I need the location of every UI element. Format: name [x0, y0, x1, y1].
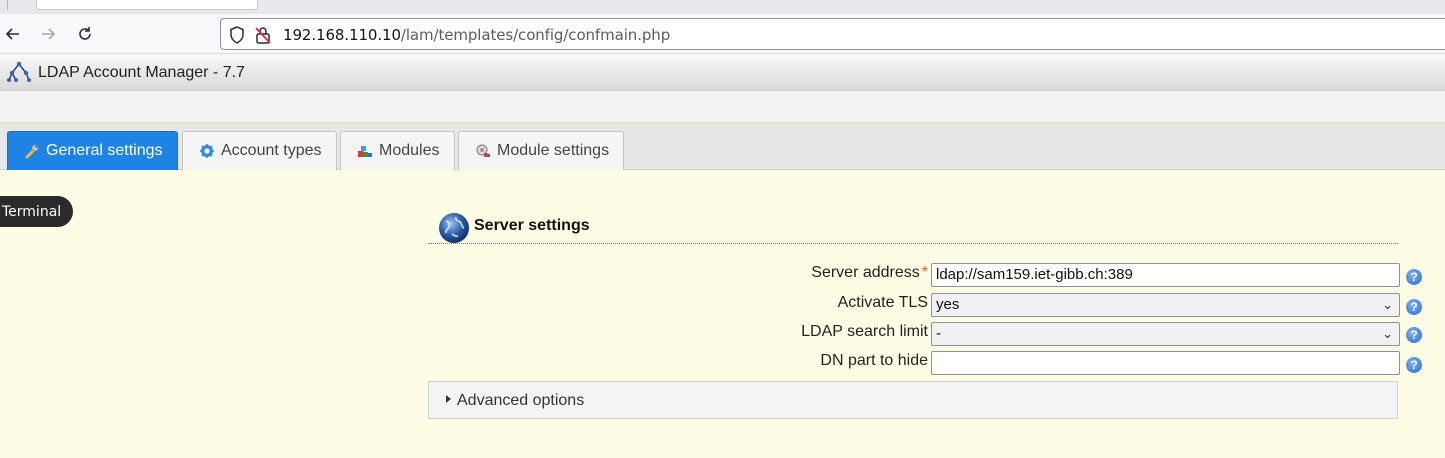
advanced-options-toggle[interactable]: Advanced options	[428, 381, 1398, 419]
tab-label: Modules	[379, 142, 440, 159]
browser-tabstrip	[0, 0, 1445, 14]
advanced-options-label: Advanced options	[457, 392, 585, 409]
search-limit-select[interactable]: - ⌄	[931, 322, 1400, 346]
required-mark: *	[921, 264, 928, 281]
tab-label: Account types	[221, 142, 322, 159]
browser-tab[interactable]	[36, 0, 258, 10]
help-icon[interactable]: ?	[1406, 299, 1422, 315]
back-arrow-icon	[5, 28, 19, 40]
config-tabbar: General settings Account types Modules M…	[0, 123, 1445, 170]
gear-icon	[200, 144, 214, 158]
activate-tls-select[interactable]: yes ⌄	[931, 293, 1400, 317]
row-dn-part: DN part to hide ?	[428, 349, 1428, 375]
search-limit-label: LDAP search limit	[801, 323, 928, 340]
chevron-down-icon: ⌄	[1382, 297, 1393, 312]
dn-part-input[interactable]	[931, 351, 1400, 375]
module-settings-icon	[476, 144, 490, 157]
tab-label: Module settings	[497, 142, 610, 159]
chevron-down-icon: ⌄	[1382, 326, 1393, 341]
caret-right-icon	[446, 395, 451, 403]
help-icon[interactable]: ?	[1406, 269, 1422, 285]
globe-icon	[439, 213, 469, 243]
search-limit-value: -	[936, 325, 941, 342]
browser-tab-edge	[0, 0, 8, 10]
wrench-icon	[25, 144, 39, 159]
row-activate-tls: Activate TLS yes ⌄ ?	[428, 291, 1428, 317]
forward-button[interactable]	[36, 22, 60, 46]
app-header: LDAP Account Manager - 7.7	[0, 55, 1445, 91]
row-search-limit: LDAP search limit - ⌄ ?	[428, 320, 1428, 346]
row-server-address: Server address * ldap://sam159.iet-gibb.c…	[428, 261, 1428, 287]
section-title: Server settings	[474, 217, 590, 234]
tab-general-settings[interactable]: General settings	[7, 131, 178, 170]
activate-tls-value: yes	[936, 296, 960, 313]
tab-module-settings[interactable]: Module settings	[458, 131, 624, 170]
dn-part-label: DN part to hide	[820, 352, 928, 369]
header-spacer-bar	[0, 91, 1445, 123]
activate-tls-label: Activate TLS	[837, 294, 928, 311]
shield-icon[interactable]	[229, 26, 245, 44]
forward-arrow-icon	[42, 28, 56, 40]
url-path: /lam/templates/config/confmain.php	[400, 26, 671, 44]
back-button[interactable]	[1, 22, 25, 46]
browser-navbar: 192.168.110.10/lam/templates/config/conf…	[0, 14, 1445, 54]
tab-label: General settings	[46, 142, 163, 159]
reload-button[interactable]	[73, 22, 97, 46]
terminal-label: Terminal	[2, 203, 62, 220]
blocks-icon	[358, 146, 372, 157]
app-title[interactable]: LDAP Account Manager - 7.7	[38, 64, 245, 82]
lam-logo-icon[interactable]	[7, 61, 31, 83]
server-address-label: Server address *	[811, 264, 928, 282]
tab-modules[interactable]: Modules	[340, 131, 455, 170]
help-icon[interactable]: ?	[1406, 357, 1422, 373]
help-icon[interactable]: ?	[1406, 327, 1422, 343]
tab-account-types[interactable]: Account types	[182, 131, 337, 170]
server-address-label-text: Server address	[811, 264, 920, 281]
section-header: Server settings	[428, 208, 1398, 244]
server-settings-section: Server settings	[428, 208, 1398, 244]
terminal-button[interactable]: Terminal	[0, 196, 73, 227]
reload-icon	[79, 27, 91, 40]
url-text: 192.168.110.10/lam/templates/config/conf…	[283, 26, 670, 44]
url-bar[interactable]: 192.168.110.10/lam/templates/config/conf…	[220, 18, 1445, 50]
server-address-input[interactable]: ldap://sam159.iet-gibb.ch:389	[931, 263, 1400, 287]
insecure-lock-icon[interactable]	[255, 26, 271, 44]
url-host: 192.168.110.10	[283, 26, 401, 44]
